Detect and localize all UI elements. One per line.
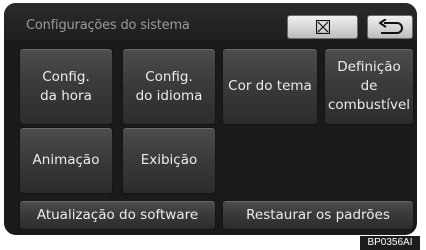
fuel-definition-button[interactable]: Definição de combustível	[324, 48, 414, 125]
time-settings-button[interactable]: Config. da hora	[19, 48, 113, 125]
back-button[interactable]	[367, 15, 413, 39]
close-icon	[315, 20, 330, 34]
page-title: Configurações do sistema	[26, 18, 190, 33]
close-button[interactable]	[287, 15, 358, 39]
back-arrow-icon	[379, 19, 403, 34]
display-button[interactable]: Exibição	[122, 127, 216, 194]
figure-code-label: BP0356AI	[360, 236, 420, 250]
animation-button[interactable]: Animação	[19, 127, 113, 194]
system-settings-screen: Configurações do sistema Config. da hora…	[4, 3, 417, 235]
restore-defaults-button[interactable]: Restaurar os padrões	[222, 200, 414, 230]
language-settings-button[interactable]: Config. do idioma	[122, 48, 216, 125]
title-bar: Configurações do sistema	[4, 3, 417, 41]
software-update-button[interactable]: Atualização do software	[19, 200, 216, 230]
theme-color-button[interactable]: Cor do tema	[222, 48, 318, 125]
